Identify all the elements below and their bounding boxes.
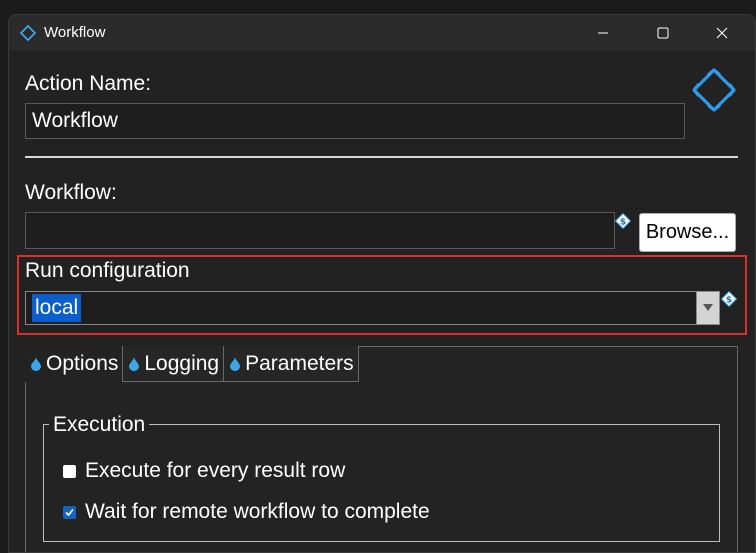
- svg-text:$: $: [620, 218, 626, 228]
- checkmark-icon: [65, 508, 74, 516]
- execution-group: [43, 424, 720, 542]
- maximize-icon: [657, 27, 669, 39]
- dropdown-button[interactable]: [696, 292, 719, 324]
- window-title: Workflow: [44, 24, 106, 41]
- execute-every-row-label: Execute for every result row: [85, 459, 346, 482]
- minimize-icon: [598, 32, 608, 34]
- tab-label: Options: [46, 352, 119, 375]
- tab-logging[interactable]: Logging: [123, 346, 225, 382]
- action-name-input[interactable]: Workflow: [25, 103, 685, 139]
- workflow-diamond-icon: [20, 25, 36, 41]
- workflow-dialog: Workflow Action Name: Workflow Workflow:…: [8, 14, 756, 553]
- minimize-button[interactable]: [574, 15, 632, 51]
- action-name-label: Action Name:: [25, 72, 152, 95]
- tab-options[interactable]: Options: [25, 346, 124, 382]
- tab-label: Parameters: [245, 351, 354, 375]
- close-button[interactable]: [693, 15, 751, 51]
- wait-for-completion-option[interactable]: Wait for remote workflow to complete: [63, 500, 430, 524]
- maximize-button[interactable]: [634, 15, 692, 51]
- variable-dollar-icon[interactable]: $: [721, 291, 737, 307]
- wait-for-completion-checkbox[interactable]: [63, 505, 76, 519]
- droplet-icon: [230, 356, 241, 371]
- tab-bar: Options Logging Parameters: [25, 346, 359, 382]
- variable-dollar-icon[interactable]: $: [615, 213, 631, 229]
- run-configuration-value: local: [32, 294, 82, 322]
- run-configuration-select[interactable]: local: [25, 291, 720, 325]
- workflow-path-input[interactable]: [25, 212, 615, 249]
- droplet-icon: [31, 357, 41, 371]
- chevron-down-icon: [703, 304, 713, 311]
- separator: [25, 156, 738, 158]
- tab-label: Logging: [144, 351, 220, 375]
- workflow-label: Workflow:: [25, 181, 117, 204]
- title-bar[interactable]: Workflow: [9, 15, 755, 51]
- droplet-icon: [129, 356, 140, 371]
- execution-group-title: Execution: [49, 413, 150, 437]
- run-configuration-label: Run configuration: [25, 259, 190, 282]
- execute-every-row-checkbox[interactable]: [63, 464, 76, 478]
- close-icon: [716, 27, 728, 39]
- tab-parameters[interactable]: Parameters: [224, 346, 359, 382]
- svg-text:$: $: [726, 296, 732, 306]
- execute-every-row-option[interactable]: Execute for every result row: [63, 459, 345, 483]
- wait-for-completion-label: Wait for remote workflow to complete: [85, 500, 430, 523]
- workflow-arrows-icon: [692, 68, 736, 112]
- browse-button[interactable]: Browse...: [639, 213, 736, 252]
